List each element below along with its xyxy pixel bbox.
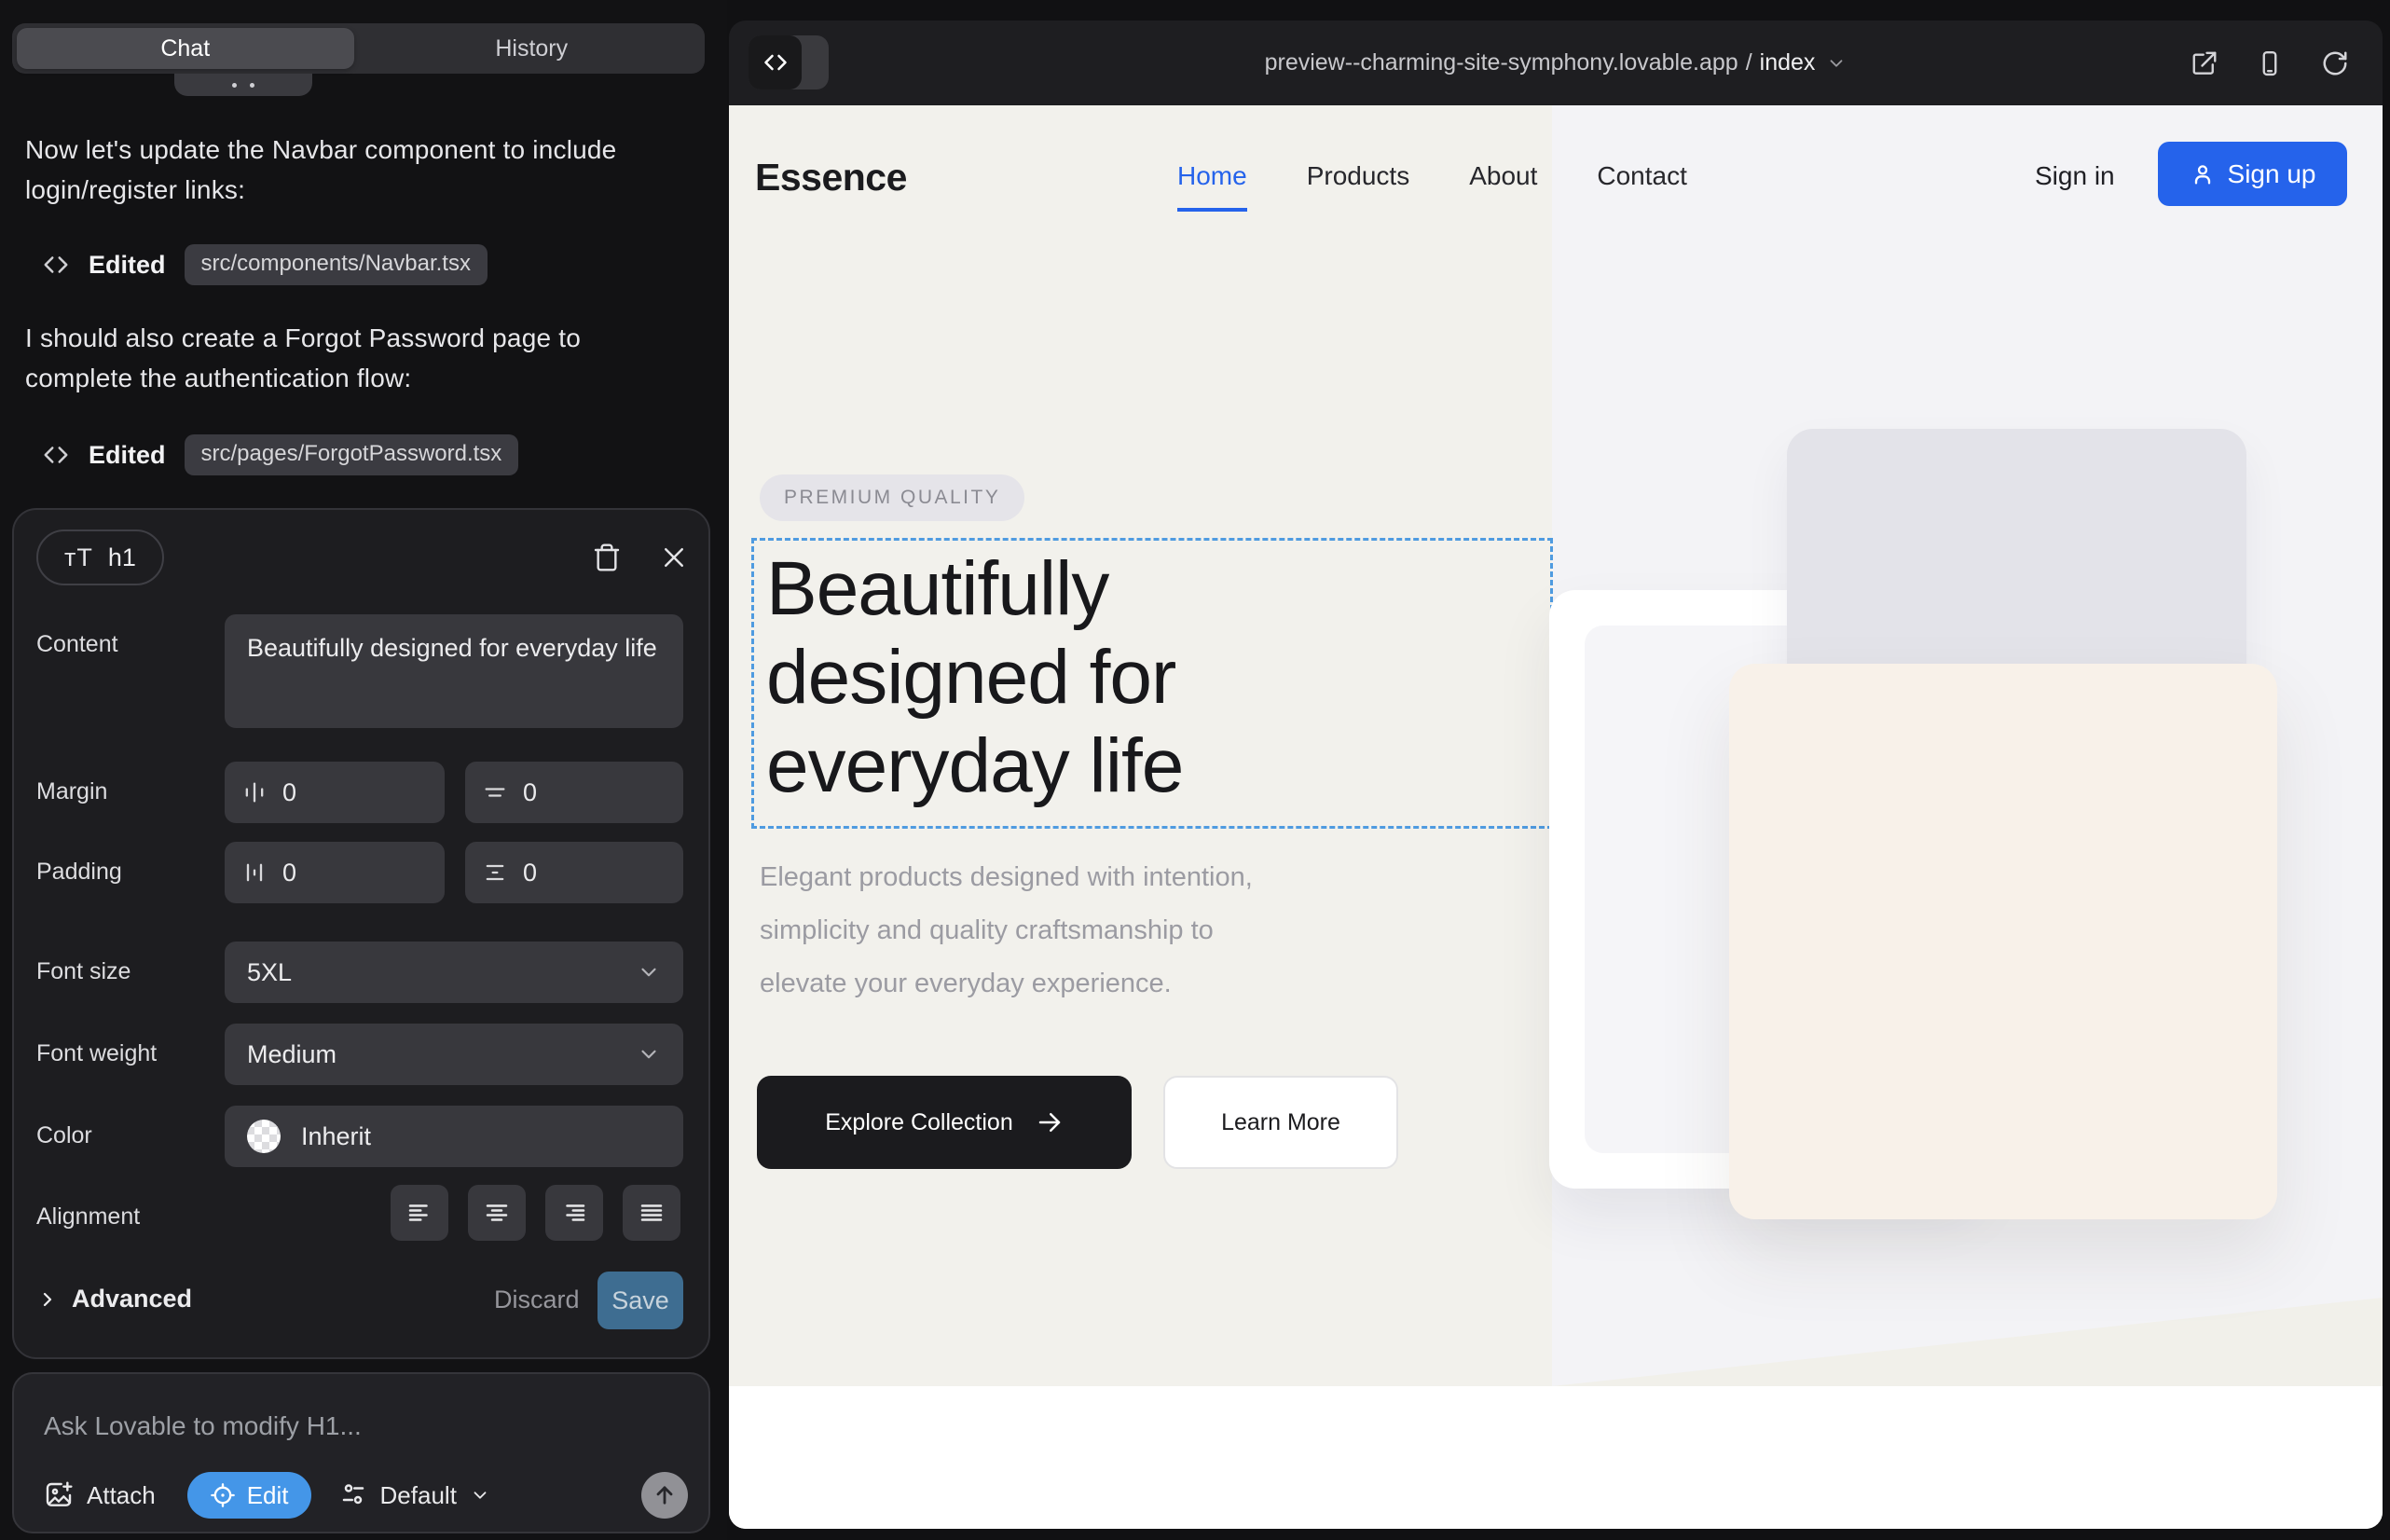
hero-card-beige bbox=[1729, 664, 2277, 1219]
edited-label: Edited bbox=[89, 251, 166, 280]
refresh-icon bbox=[2321, 49, 2349, 77]
padding-label: Padding bbox=[36, 859, 122, 886]
hero-badge: PREMIUM QUALITY bbox=[760, 474, 1024, 521]
address-bar[interactable]: preview--charming-site-symphony.lovable.… bbox=[729, 21, 2383, 105]
delete-element-button[interactable] bbox=[586, 537, 627, 578]
color-label: Color bbox=[36, 1122, 92, 1149]
margin-vertical-icon bbox=[482, 779, 508, 805]
image-plus-icon bbox=[44, 1480, 74, 1510]
refresh-button[interactable] bbox=[2321, 49, 2349, 77]
nav-link-contact[interactable]: Contact bbox=[1597, 161, 1687, 191]
padding-horizontal-icon bbox=[241, 859, 268, 886]
align-left-button[interactable] bbox=[391, 1185, 448, 1241]
site-viewport: Essence Home Products About Contact Sign… bbox=[729, 105, 2383, 1529]
code-icon bbox=[42, 251, 70, 279]
align-justify-button[interactable] bbox=[623, 1185, 680, 1241]
arrow-up-icon bbox=[652, 1482, 678, 1508]
content-textarea[interactable]: Beautifully designed for everyday life bbox=[225, 614, 683, 728]
text-type-icon: ᴛT bbox=[64, 543, 93, 572]
file-chip[interactable]: src/pages/ForgotPassword.tsx bbox=[185, 434, 519, 475]
font-weight-label: Font weight bbox=[36, 1040, 157, 1067]
nav-link-home[interactable]: Home bbox=[1177, 161, 1247, 191]
file-chip[interactable]: src/components/Navbar.tsx bbox=[185, 244, 488, 285]
color-swatch bbox=[247, 1120, 281, 1153]
edited-file-row[interactable]: Edited src/components/Navbar.tsx bbox=[42, 244, 488, 285]
margin-label: Margin bbox=[36, 778, 107, 805]
edited-file-row[interactable]: Edited src/pages/ForgotPassword.tsx bbox=[42, 434, 518, 475]
external-link-icon bbox=[2191, 49, 2218, 77]
user-icon bbox=[2190, 161, 2216, 187]
chat-history-tabbar: Chat History bbox=[12, 23, 705, 74]
hero-paragraph: Elegant products designed with intention… bbox=[760, 851, 1253, 1011]
assistant-message: I should also create a Forgot Password p… bbox=[25, 318, 683, 399]
url-host: preview--charming-site-symphony.lovable.… bbox=[1265, 49, 1738, 76]
margin-y-input[interactable]: 0 bbox=[465, 762, 683, 823]
edit-mode-button[interactable]: Edit bbox=[187, 1472, 311, 1519]
font-weight-select[interactable]: Medium bbox=[225, 1024, 683, 1085]
advanced-toggle[interactable]: Advanced bbox=[36, 1285, 192, 1313]
hero-heading[interactable]: Beautifully designed for everyday life bbox=[766, 544, 1183, 810]
font-size-label: Font size bbox=[36, 958, 130, 985]
padding-vertical-icon bbox=[482, 859, 508, 886]
send-button[interactable] bbox=[641, 1472, 688, 1519]
mobile-view-button[interactable] bbox=[2256, 49, 2284, 77]
model-selector[interactable]: Default bbox=[339, 1481, 490, 1510]
crosshair-icon bbox=[210, 1482, 236, 1508]
code-icon bbox=[42, 441, 70, 469]
preview-browser-window: preview--charming-site-symphony.lovable.… bbox=[729, 21, 2383, 1529]
nav-link-about[interactable]: About bbox=[1469, 161, 1537, 191]
site-logo[interactable]: Essence bbox=[755, 156, 907, 199]
tab-history[interactable]: History bbox=[364, 28, 701, 69]
element-editor-panel: ᴛT h1 Content Beautifully designed for e… bbox=[12, 508, 710, 1359]
smartphone-icon bbox=[2256, 49, 2284, 77]
align-center-icon bbox=[483, 1199, 511, 1227]
attach-button[interactable]: Attach bbox=[44, 1480, 156, 1510]
align-right-button[interactable] bbox=[545, 1185, 603, 1241]
discard-button[interactable]: Discard bbox=[494, 1286, 580, 1314]
margin-horizontal-icon bbox=[241, 779, 268, 805]
composer-input[interactable]: Ask Lovable to modify H1... bbox=[44, 1411, 362, 1441]
chevron-down-icon bbox=[637, 1042, 661, 1066]
explore-collection-button[interactable]: Explore Collection bbox=[757, 1076, 1132, 1169]
sign-up-button[interactable]: Sign up bbox=[2158, 142, 2347, 206]
element-tag: h1 bbox=[108, 543, 136, 572]
sign-in-link[interactable]: Sign in bbox=[2035, 161, 2115, 191]
chevron-down-icon bbox=[1826, 53, 1847, 74]
save-button[interactable]: Save bbox=[598, 1272, 683, 1329]
arrow-right-icon bbox=[1036, 1108, 1064, 1136]
align-justify-icon bbox=[638, 1199, 666, 1227]
content-label: Content bbox=[36, 631, 118, 658]
padding-y-input[interactable]: 0 bbox=[465, 842, 683, 903]
align-left-icon bbox=[405, 1199, 433, 1227]
nav-link-products[interactable]: Products bbox=[1307, 161, 1410, 191]
edited-label: Edited bbox=[89, 441, 166, 470]
margin-x-input[interactable]: 0 bbox=[225, 762, 445, 823]
open-external-button[interactable] bbox=[2191, 49, 2218, 77]
assistant-message: Now let's update the Navbar component to… bbox=[25, 130, 683, 211]
site-navbar: Essence Home Products About Contact Sign… bbox=[729, 105, 2383, 213]
padding-x-input[interactable]: 0 bbox=[225, 842, 445, 903]
selected-element-pill[interactable]: ᴛT h1 bbox=[36, 529, 164, 585]
alignment-label: Alignment bbox=[36, 1203, 140, 1231]
align-right-icon bbox=[560, 1199, 588, 1227]
sliders-icon bbox=[339, 1481, 367, 1509]
close-editor-button[interactable] bbox=[653, 537, 694, 578]
scrolled-chip-partial[interactable] bbox=[174, 74, 312, 96]
browser-toolbar: preview--charming-site-symphony.lovable.… bbox=[729, 21, 2383, 105]
color-select[interactable]: Inherit bbox=[225, 1106, 683, 1167]
font-size-select[interactable]: 5XL bbox=[225, 942, 683, 1003]
learn-more-button[interactable]: Learn More bbox=[1163, 1076, 1398, 1169]
chevron-down-icon bbox=[637, 960, 661, 984]
chevron-down-icon bbox=[470, 1485, 490, 1506]
chat-composer[interactable]: Ask Lovable to modify H1... Attach Edit … bbox=[12, 1372, 710, 1533]
url-separator: / bbox=[1746, 49, 1752, 76]
url-path: index bbox=[1760, 49, 1816, 76]
decorative-wedge bbox=[1552, 1298, 2383, 1386]
tab-chat[interactable]: Chat bbox=[17, 28, 354, 69]
align-center-button[interactable] bbox=[468, 1185, 526, 1241]
chevron-right-icon bbox=[36, 1288, 59, 1311]
section-below-hero bbox=[729, 1386, 2383, 1529]
lovable-sidebar: Chat History Now let's update the Navbar… bbox=[0, 0, 727, 1540]
